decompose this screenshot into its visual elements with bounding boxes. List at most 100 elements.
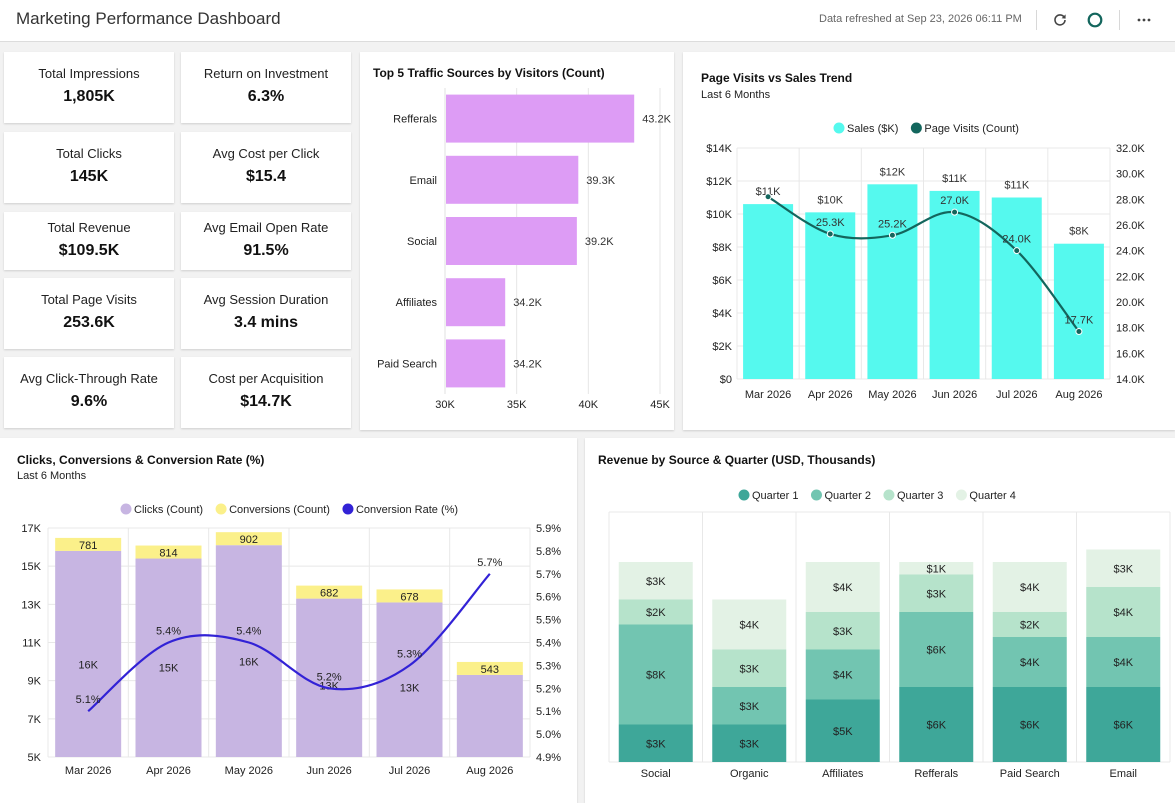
legend-item: Quarter 2 xyxy=(810,489,871,502)
legend-label: Quarter 1 xyxy=(752,490,798,502)
y2-tick-label: 5.9% xyxy=(536,523,561,535)
x-tick-label: Email xyxy=(1109,768,1137,780)
legend-label: Quarter 3 xyxy=(897,490,943,502)
bar-label: 902 xyxy=(240,534,258,546)
legend-swatch xyxy=(342,503,354,515)
bar-label: $3K xyxy=(646,576,666,588)
bar xyxy=(446,217,577,265)
x-tick-label: 40K xyxy=(579,399,599,411)
bar-label: $6K xyxy=(926,645,946,657)
kpi-label: Avg Email Open Rate xyxy=(203,220,329,235)
kpi-label: Total Revenue xyxy=(47,220,131,235)
bar-label: $2K xyxy=(646,607,666,619)
bar xyxy=(446,94,635,143)
bar-clicks xyxy=(55,550,122,757)
line-label: 5.2% xyxy=(317,671,342,683)
x-tick-label: Jun 2026 xyxy=(932,389,977,401)
y-tick-label: $12K xyxy=(706,176,732,188)
legend-swatch xyxy=(120,503,132,515)
bar-label: 781 xyxy=(79,540,97,552)
y-tick-label: $4K xyxy=(712,308,732,320)
y2-tick-label: 24.0K xyxy=(1116,246,1145,258)
kpi-value: 3.4 mins xyxy=(233,314,299,331)
legend-item: Quarter 1 xyxy=(738,489,798,502)
dashboard-title: Marketing Performance Dashboard xyxy=(16,9,281,28)
legend-item: Quarter 3 xyxy=(883,489,943,502)
bar-label: $3K xyxy=(739,701,759,713)
y-tick-label: $14K xyxy=(706,143,732,155)
bar-label: $3K xyxy=(646,738,666,750)
bar-label: $4K xyxy=(1113,657,1133,669)
y-tick-label: 5K xyxy=(28,752,42,764)
x-tick-label: 45K xyxy=(650,399,670,411)
more-options-icon[interactable] xyxy=(1134,10,1154,30)
data-label: 39.2K xyxy=(585,236,614,248)
y2-tick-label: 5.7% xyxy=(536,569,561,581)
y2-tick-label: 20.0K xyxy=(1116,297,1145,309)
bar-label: $4K xyxy=(1020,582,1040,594)
bar-label: $6K xyxy=(926,720,946,732)
kpi-label: Total Page Visits xyxy=(41,292,137,307)
y2-tick-label: 5.1% xyxy=(536,706,561,718)
y2-tick-label: 5.0% xyxy=(536,729,561,741)
bar-label: $3K xyxy=(739,663,759,675)
line-label: 5.4% xyxy=(236,626,261,638)
y2-tick-label: 5.2% xyxy=(536,683,561,695)
y-tick-label: $8K xyxy=(712,242,732,254)
line-point xyxy=(764,193,772,201)
kpi-label: Return on Investment xyxy=(203,66,329,81)
legend-swatch xyxy=(910,122,922,134)
line-label: 5.3% xyxy=(397,648,422,660)
dashboard-header: Marketing Performance Dashboard Data ref… xyxy=(0,0,1175,42)
y-tick-label: 11K xyxy=(22,638,41,650)
bar-clicks xyxy=(456,674,523,757)
legend-label: Conversion Rate (%) xyxy=(356,504,458,516)
bar xyxy=(867,184,918,379)
legend-label: Quarter 2 xyxy=(824,490,870,502)
kpi-value: $109.5K xyxy=(58,242,120,259)
revenue-by-source-chart: $3K $8K $2K $3K Social $3K $3K $3K $4K Organic $5K… xyxy=(608,489,1171,780)
page-visits-chart: $0 $2K $4K $6K $8K $10K $12K $14K 14.0K 16.0K 18.0… xyxy=(706,122,1145,401)
legend-item: Sales ($K) xyxy=(833,122,898,135)
legend-label: Clicks (Count) xyxy=(134,504,203,516)
x-tick-label: Paid Search xyxy=(1000,768,1060,780)
y-tick-label: 7K xyxy=(28,714,42,726)
data-refreshed-timestamp: Data refreshed at Sep 23, 2026 06:11 PM xyxy=(819,13,1022,25)
category-label: Email xyxy=(409,175,437,187)
line-label: 17.7K xyxy=(1065,315,1094,327)
y-tick-label: $0 xyxy=(720,374,732,386)
data-label: 34.2K xyxy=(513,358,542,370)
category-label: Paid Search xyxy=(377,358,437,370)
bar xyxy=(1053,243,1104,379)
x-tick-label: Affiliates xyxy=(822,768,864,780)
legend-item: Page Visits (Count) xyxy=(910,122,1019,135)
y-tick-label: 9K xyxy=(28,676,42,688)
line-label: 5.1% xyxy=(76,694,101,706)
line-point xyxy=(888,231,896,239)
bar-label: $3K xyxy=(926,588,946,600)
y-tick-label: $2K xyxy=(712,341,732,353)
kpi-value: 253.6K xyxy=(63,314,115,331)
y2-tick-label: 18.0K xyxy=(1116,323,1145,335)
legend-label: Quarter 4 xyxy=(969,490,1015,502)
bar-label: $4K xyxy=(1113,607,1133,619)
traffic-sources-chart: 30K 35K 40K 45K Refferals 43.2K Email 39.3K Soci… xyxy=(377,88,672,411)
y2-tick-label: 26.0K xyxy=(1116,220,1145,232)
bar-label: $6K xyxy=(1113,720,1133,732)
kpi-label: Total Impressions xyxy=(38,66,140,81)
status-circle-icon[interactable] xyxy=(1085,10,1105,30)
category-label: Affiliates xyxy=(396,297,438,309)
y2-tick-label: 5.8% xyxy=(536,546,561,558)
line-label: 24.0K xyxy=(1002,234,1031,246)
legend-label: Sales ($K) xyxy=(847,123,898,135)
y2-tick-label: 28.0K xyxy=(1116,194,1145,206)
y2-tick-label: 30.0K xyxy=(1116,169,1145,181)
bar-label: 678 xyxy=(400,591,418,603)
bar-label: 682 xyxy=(320,588,338,600)
line-point xyxy=(1075,328,1083,336)
y-tick-label: $10K xyxy=(706,209,732,221)
category-label: Social xyxy=(407,236,437,248)
x-tick-label: 30K xyxy=(435,399,455,411)
legend-item: Quarter 4 xyxy=(955,489,1016,502)
refresh-icon[interactable] xyxy=(1050,10,1070,30)
